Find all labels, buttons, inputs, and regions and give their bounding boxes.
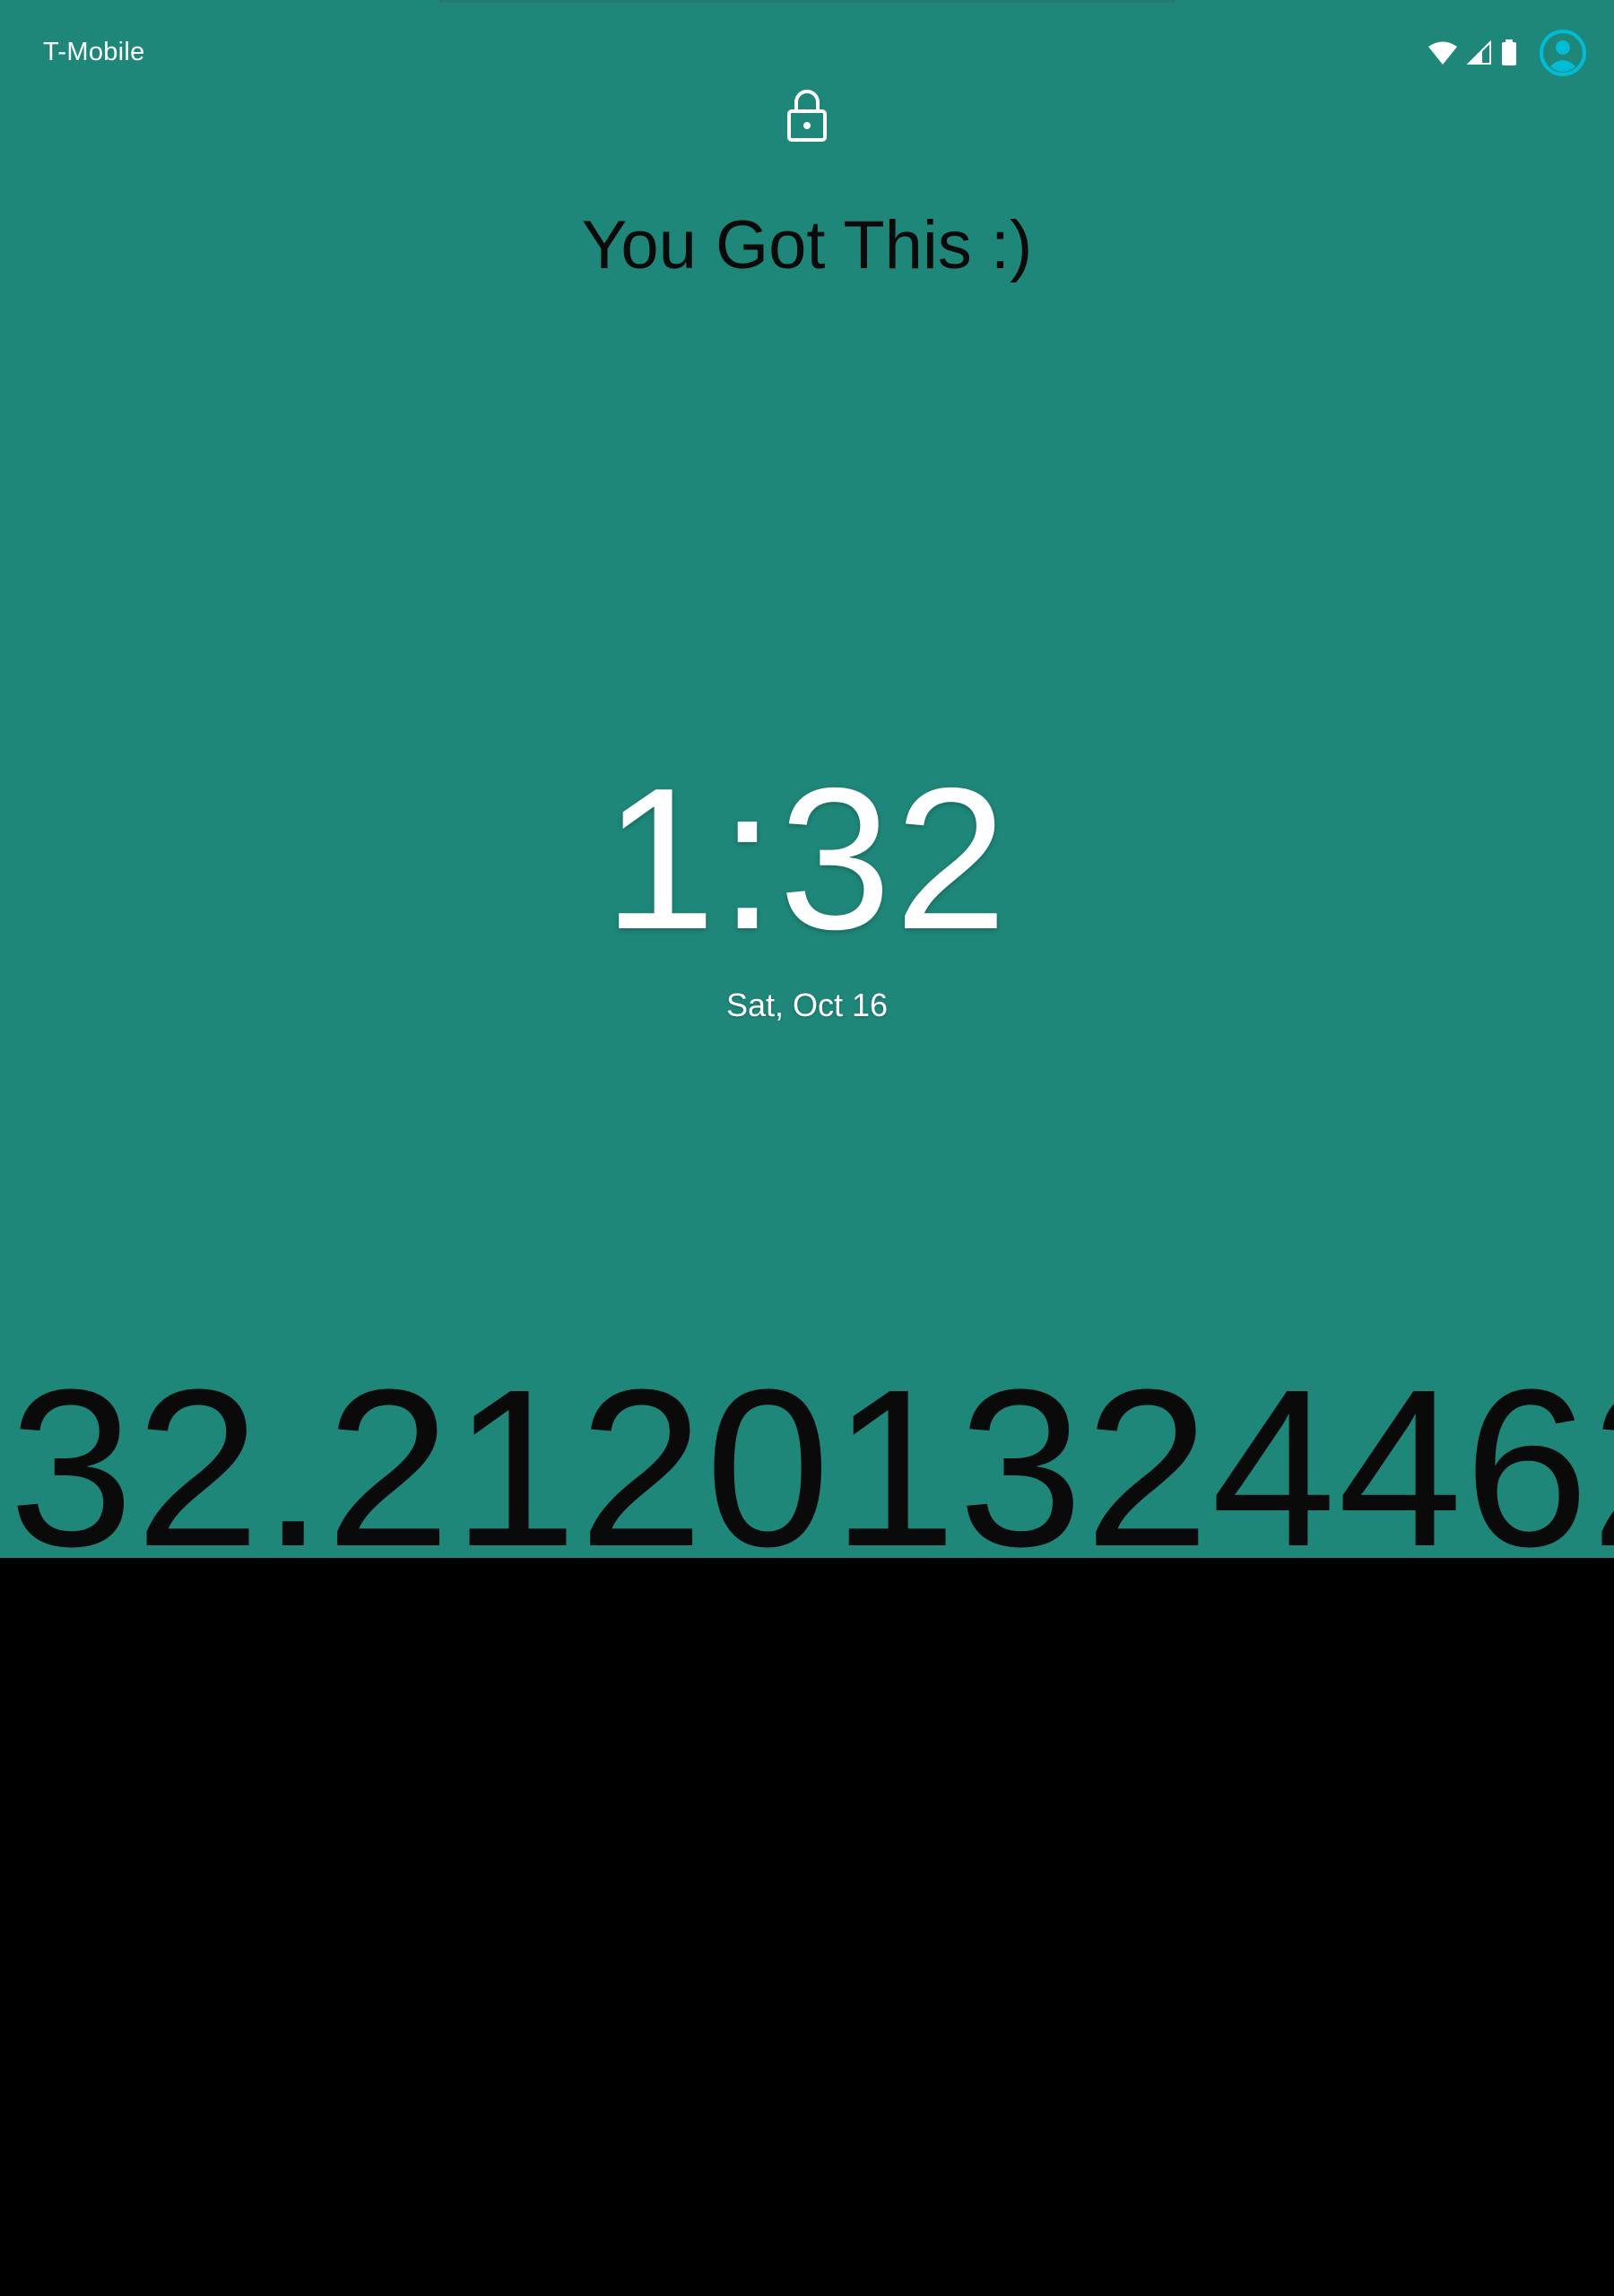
wifi-icon	[1428, 41, 1457, 65]
owner-info-message: You Got This :)	[581, 207, 1033, 283]
lockscreen-area: T-Mobile You Got This :) 1:32 Sat, Oct 1…	[0, 0, 1614, 1558]
cell-signal-icon	[1467, 40, 1491, 65]
carrier-label: T-Mobile	[43, 38, 145, 66]
blank-lower-area	[0, 1558, 1614, 2296]
lock-screen: T-Mobile You Got This :) 1:32 Sat, Oct 1…	[0, 0, 1614, 2296]
lock-icon[interactable]	[785, 88, 829, 144]
status-icons	[1427, 29, 1587, 77]
clock-date: Sat, Oct 16	[725, 987, 889, 1023]
clock-time: 1:32	[603, 745, 1011, 971]
overlay-number: 32.2120132446289	[9, 1343, 1614, 1559]
user-avatar-icon[interactable]	[1539, 29, 1587, 77]
top-handle	[439, 0, 1175, 3]
battery-icon	[1502, 39, 1516, 65]
